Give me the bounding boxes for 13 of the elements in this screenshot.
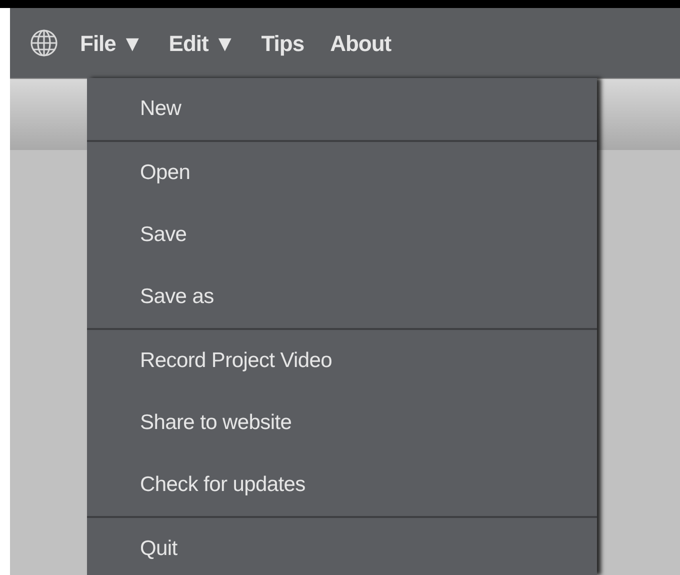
menu-entry[interactable]: Record Project Video: [87, 330, 597, 392]
globe-icon[interactable]: [30, 29, 58, 57]
menu-entry[interactable]: Save as: [87, 266, 597, 328]
menu-entry[interactable]: Share to website: [87, 392, 597, 454]
menu-entry[interactable]: Check for updates: [87, 454, 597, 516]
menu-entry[interactable]: Quit: [87, 518, 597, 575]
menu-item[interactable]: About: [330, 26, 392, 60]
menu-item[interactable]: Edit ▼: [168, 26, 236, 60]
menu-entry[interactable]: Open: [87, 142, 597, 204]
menu-entry[interactable]: Save: [87, 204, 597, 266]
menu-item[interactable]: Tips: [261, 26, 304, 60]
menu-item[interactable]: File ▼: [80, 26, 143, 60]
menu-entry[interactable]: New: [87, 78, 597, 140]
